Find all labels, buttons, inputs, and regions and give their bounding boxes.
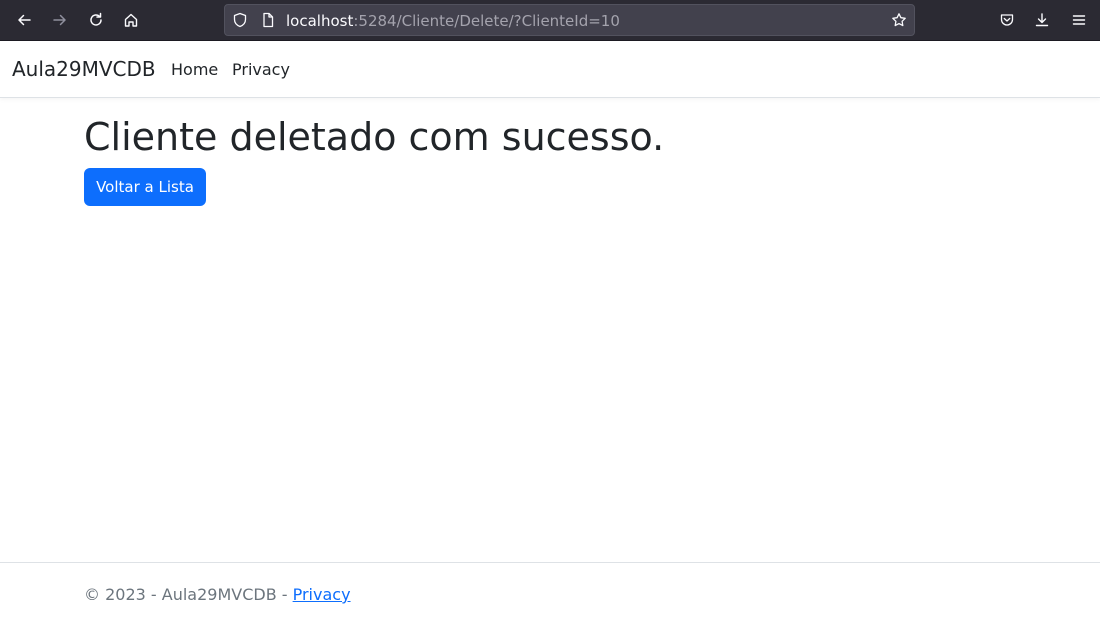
page-icon[interactable] <box>260 12 276 28</box>
url-bar[interactable]: localhost:5284/Cliente/Delete/?ClienteId… <box>224 4 915 36</box>
nav-link-privacy[interactable]: Privacy <box>232 59 290 81</box>
download-icon <box>1035 13 1049 27</box>
nav-link-home[interactable]: Home <box>171 59 218 81</box>
home-button[interactable] <box>116 5 146 35</box>
footer-copyright: © 2023 - Aula29MVCDB - <box>84 585 293 604</box>
menu-button[interactable] <box>1064 5 1094 35</box>
menu-icon <box>1072 15 1086 25</box>
home-icon <box>124 13 138 27</box>
url-path: :5284/Cliente/Delete/?ClienteId=10 <box>353 12 620 30</box>
pocket-icon <box>1000 14 1014 26</box>
reload-icon <box>90 12 102 26</box>
footer-text: © 2023 - Aula29MVCDB - Privacy <box>84 585 351 605</box>
browser-toolbar: localhost:5284/Cliente/Delete/?ClienteId… <box>0 0 1100 41</box>
pocket-button[interactable] <box>992 5 1022 35</box>
back-to-list-button[interactable]: Voltar a Lista <box>84 168 206 206</box>
url-host: localhost <box>286 12 354 30</box>
url-text[interactable]: localhost:5284/Cliente/Delete/?ClienteId… <box>286 11 620 31</box>
forward-icon <box>53 14 66 26</box>
back-button[interactable] <box>9 5 39 35</box>
shield-icon[interactable] <box>232 12 248 28</box>
footer-privacy-link[interactable]: Privacy <box>293 585 351 604</box>
app-navbar: Aula29MVCDB Home Privacy <box>0 41 1100 98</box>
downloads-button[interactable] <box>1027 5 1057 35</box>
back-icon <box>18 14 31 26</box>
page-title: Cliente deletado com sucesso. <box>84 115 665 159</box>
reload-button[interactable] <box>81 5 111 35</box>
footer: © 2023 - Aula29MVCDB - Privacy <box>0 562 1100 622</box>
star-icon[interactable] <box>891 12 907 28</box>
forward-button[interactable] <box>45 5 75 35</box>
brand-link[interactable]: Aula29MVCDB <box>12 56 156 82</box>
